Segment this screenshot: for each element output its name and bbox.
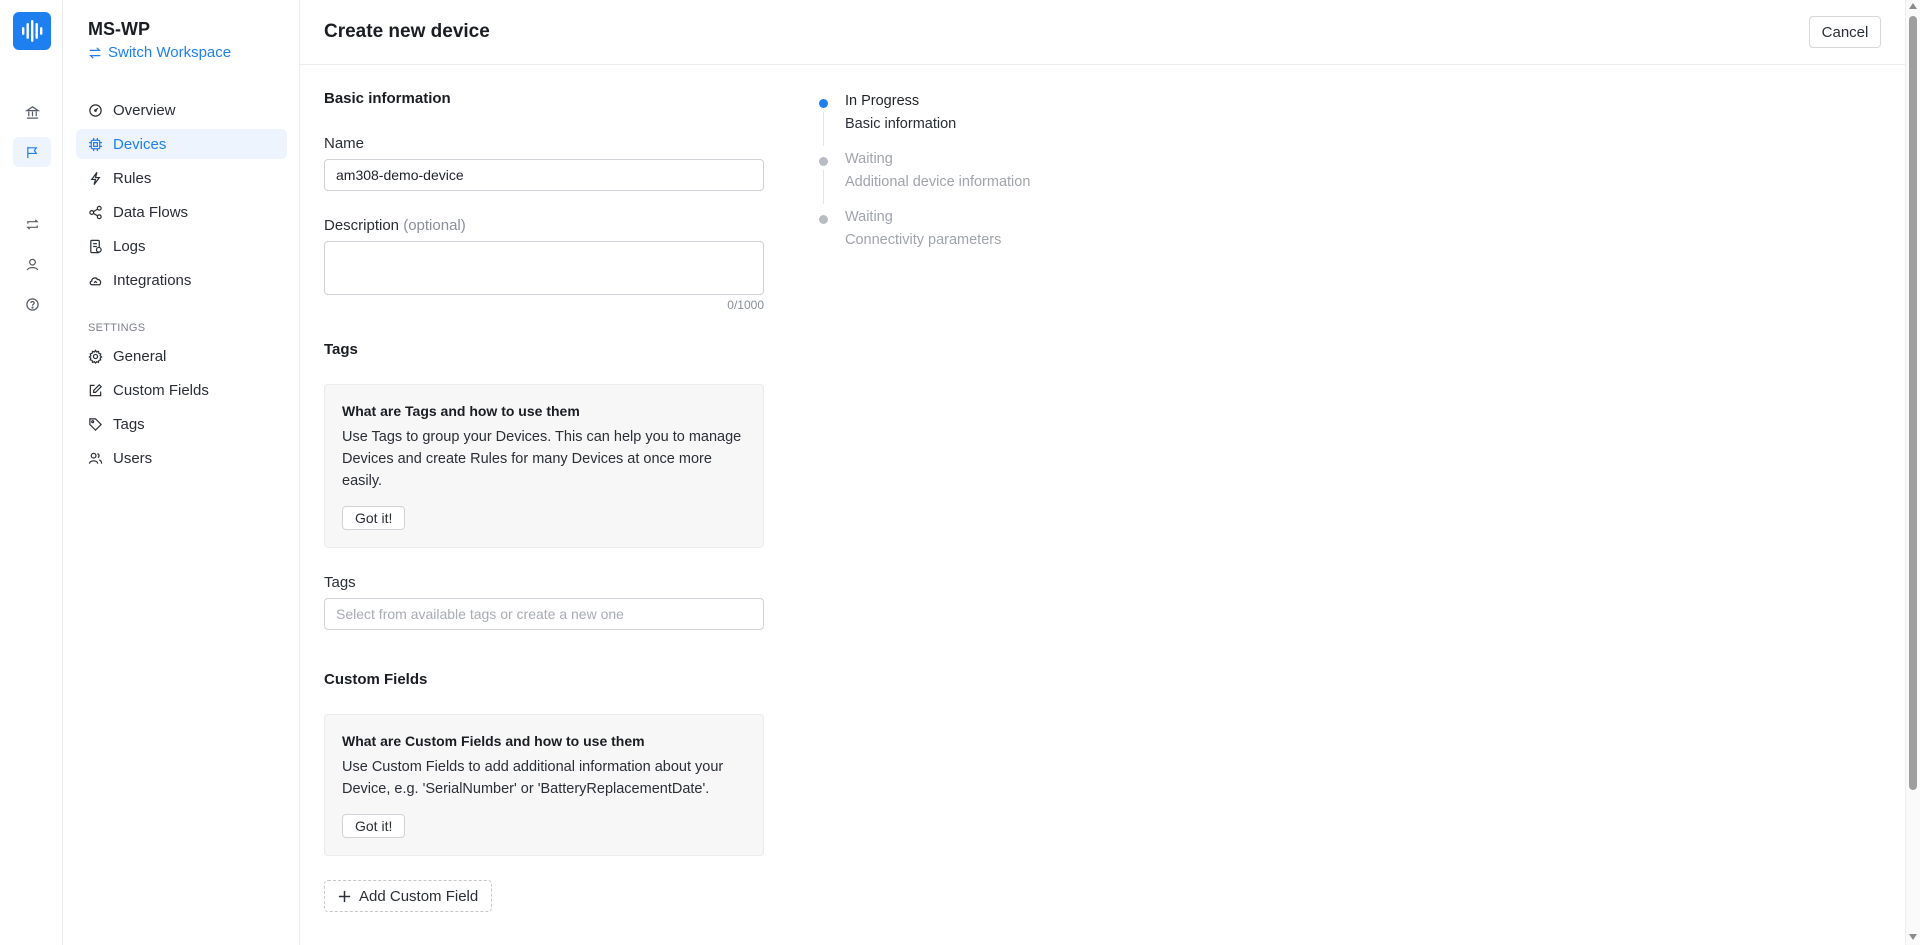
nav-item-logs[interactable]: Logs xyxy=(76,231,287,261)
nav-item-data-flows[interactable]: Data Flows xyxy=(76,197,287,227)
nav-item-integrations[interactable]: Integrations xyxy=(76,265,287,295)
tags-label: Tags xyxy=(324,574,356,591)
repeat-icon[interactable] xyxy=(13,209,51,239)
cloud-icon xyxy=(89,276,102,285)
scroll-up-arrow-icon[interactable] xyxy=(1909,3,1917,9)
nav-item-tags[interactable]: Tags xyxy=(76,409,287,439)
main-content: Create new device Cancel Basic informati… xyxy=(300,0,1905,945)
tags-info-title: What are Tags and how to use them xyxy=(342,403,580,419)
switch-workspace-label: Switch Workspace xyxy=(108,44,232,61)
share-icon xyxy=(89,205,102,219)
tag-icon xyxy=(89,417,102,431)
step-connector xyxy=(823,170,824,204)
sidebar-nav: MS-WP Switch Workspace Overview Devices … xyxy=(63,0,300,945)
chip-icon xyxy=(88,137,103,151)
user-icon[interactable] xyxy=(13,249,51,279)
nav-item-devices[interactable]: Devices xyxy=(76,129,287,159)
add-custom-field-button[interactable]: Add Custom Field xyxy=(324,880,493,912)
description-label: Description (optional) xyxy=(324,217,466,234)
nav-item-custom-fields[interactable]: Custom Fields xyxy=(76,375,287,405)
icon-rail xyxy=(0,0,63,945)
step-status: Waiting xyxy=(845,209,893,225)
nav-item-label: Rules xyxy=(113,169,152,187)
bolt-icon xyxy=(90,171,101,185)
nav-item-label: Logs xyxy=(113,237,146,255)
add-custom-field-label: Add Custom Field xyxy=(359,887,479,905)
step-status: In Progress xyxy=(845,93,920,109)
step-label: Basic information xyxy=(845,116,957,132)
description-label-text: Description xyxy=(324,217,400,234)
gauge-icon xyxy=(89,103,102,117)
nav-item-overview[interactable]: Overview xyxy=(76,95,287,125)
settings-section-label: SETTINGS xyxy=(88,322,146,334)
workspace-name: MS-WP xyxy=(88,19,150,39)
name-label: Name xyxy=(324,135,365,152)
step-additional-device-information: Waiting Additional device information xyxy=(815,150,1030,208)
scroll-down-arrow-icon[interactable] xyxy=(1909,934,1917,940)
step-connectivity-parameters: Waiting Connectivity parameters xyxy=(815,208,1030,266)
nav-item-general[interactable]: General xyxy=(76,341,287,371)
step-connector xyxy=(823,112,824,146)
nav-item-label: Users xyxy=(113,449,153,467)
step-active-dot-icon xyxy=(819,99,828,108)
nav-item-label: Tags xyxy=(113,415,145,433)
cancel-button[interactable]: Cancel xyxy=(1809,16,1881,48)
devices-flag-icon[interactable] xyxy=(13,137,51,167)
custom-fields-info-box: What are Custom Fields and how to use th… xyxy=(324,714,764,856)
page-scrollbar[interactable] xyxy=(1905,0,1920,945)
switch-workspace-link[interactable]: Switch Workspace xyxy=(88,44,231,61)
gear-icon xyxy=(88,348,103,364)
plus-icon xyxy=(338,890,351,902)
basic-information-heading: Basic information xyxy=(324,90,451,107)
nav-item-label: Devices xyxy=(113,135,167,153)
description-textarea[interactable] xyxy=(324,241,764,295)
tags-select-input[interactable] xyxy=(324,598,764,630)
custom-fields-info-text: Use Custom Fields to add additional info… xyxy=(342,759,724,797)
step-waiting-dot-icon xyxy=(819,215,828,224)
description-counter: 0/1000 xyxy=(727,298,764,312)
tags-got-it-button[interactable]: Got it! xyxy=(342,506,406,530)
description-optional-text: (optional) xyxy=(403,217,466,234)
nav-item-label: Data Flows xyxy=(113,203,189,221)
home-bank-icon[interactable] xyxy=(13,97,51,127)
progress-stepper: In Progress Basic information Waiting Ad… xyxy=(815,92,1030,266)
step-status: Waiting xyxy=(845,151,893,167)
name-input[interactable] xyxy=(324,159,764,191)
step-label: Additional device information xyxy=(845,174,1031,190)
nav-item-label: General xyxy=(113,347,167,365)
page-header: Create new device Cancel xyxy=(300,0,1905,65)
scrollbar-thumb[interactable] xyxy=(1909,16,1917,790)
tags-info-box: What are Tags and how to use them Use Ta… xyxy=(324,384,764,548)
custom-fields-got-it-button[interactable]: Got it! xyxy=(342,814,406,838)
tags-info-text: Use Tags to group your Devices. This can… xyxy=(342,429,742,489)
nav-item-label: Overview xyxy=(113,101,176,119)
page-title: Create new device xyxy=(324,21,490,42)
nav-item-rules[interactable]: Rules xyxy=(76,163,287,193)
users-icon xyxy=(88,452,103,464)
edit-icon xyxy=(89,383,102,396)
nav-item-label: Custom Fields xyxy=(113,381,209,399)
custom-fields-heading: Custom Fields xyxy=(324,671,428,688)
custom-fields-info-title: What are Custom Fields and how to use th… xyxy=(342,733,645,749)
app-logo-icon[interactable] xyxy=(13,12,51,50)
nav-item-users[interactable]: Users xyxy=(76,443,287,473)
step-basic-information: In Progress Basic information xyxy=(815,92,1030,150)
log-icon xyxy=(90,239,102,253)
swap-icon xyxy=(89,46,101,59)
tags-heading: Tags xyxy=(324,341,358,358)
step-label: Connectivity parameters xyxy=(845,232,1002,248)
help-icon[interactable] xyxy=(13,289,51,319)
nav-item-label: Integrations xyxy=(113,271,192,289)
step-waiting-dot-icon xyxy=(819,157,828,166)
